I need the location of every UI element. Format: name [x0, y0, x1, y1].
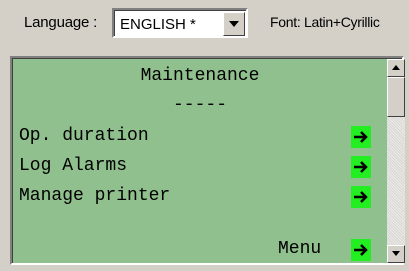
display-panel-inner: Maintenance ----- Op. duration Log Alarm…	[12, 58, 405, 263]
screen-separator: -----	[172, 95, 227, 115]
log-alarms-arrow-button[interactable]	[351, 156, 371, 178]
menu-arrow-button[interactable]	[351, 239, 371, 261]
menu-item-manage-printer[interactable]: Manage printer	[19, 184, 170, 208]
toolbar: Language : ENGLISH * Font: Latin+Cyrilli…	[0, 0, 409, 52]
language-dropdown[interactable]: ENGLISH *	[112, 8, 248, 38]
font-label: Font: Latin+Cyrillic	[270, 14, 380, 30]
right-arrow-icon	[354, 191, 368, 203]
lcd-screen: Maintenance ----- Op. duration Log Alarm…	[13, 59, 387, 263]
scrollbar-thumb[interactable]	[387, 77, 405, 117]
chevron-down-icon	[229, 21, 239, 27]
language-dropdown-button[interactable]	[223, 12, 245, 36]
scroll-up-button[interactable]	[387, 59, 405, 77]
chevron-up-icon	[392, 65, 400, 70]
right-arrow-icon	[354, 161, 368, 173]
menu-item-log-alarms[interactable]: Log Alarms	[19, 154, 127, 178]
scroll-down-button[interactable]	[387, 245, 405, 263]
manage-printer-arrow-button[interactable]	[351, 186, 371, 208]
display-panel: Maintenance ----- Op. duration Log Alarm…	[10, 56, 405, 265]
menu-footer-label[interactable]: Menu	[278, 237, 321, 261]
vertical-scrollbar[interactable]	[387, 59, 405, 263]
op-duration-arrow-button[interactable]	[351, 126, 371, 148]
screen-title: Maintenance	[140, 66, 260, 86]
chevron-down-icon	[392, 251, 400, 256]
menu-item-op-duration[interactable]: Op. duration	[19, 124, 149, 148]
right-arrow-icon	[354, 131, 368, 143]
language-label: Language :	[24, 14, 98, 31]
language-selected-value: ENGLISH *	[120, 16, 196, 33]
language-dropdown-field[interactable]: ENGLISH *	[114, 10, 246, 36]
right-arrow-icon	[354, 244, 368, 256]
